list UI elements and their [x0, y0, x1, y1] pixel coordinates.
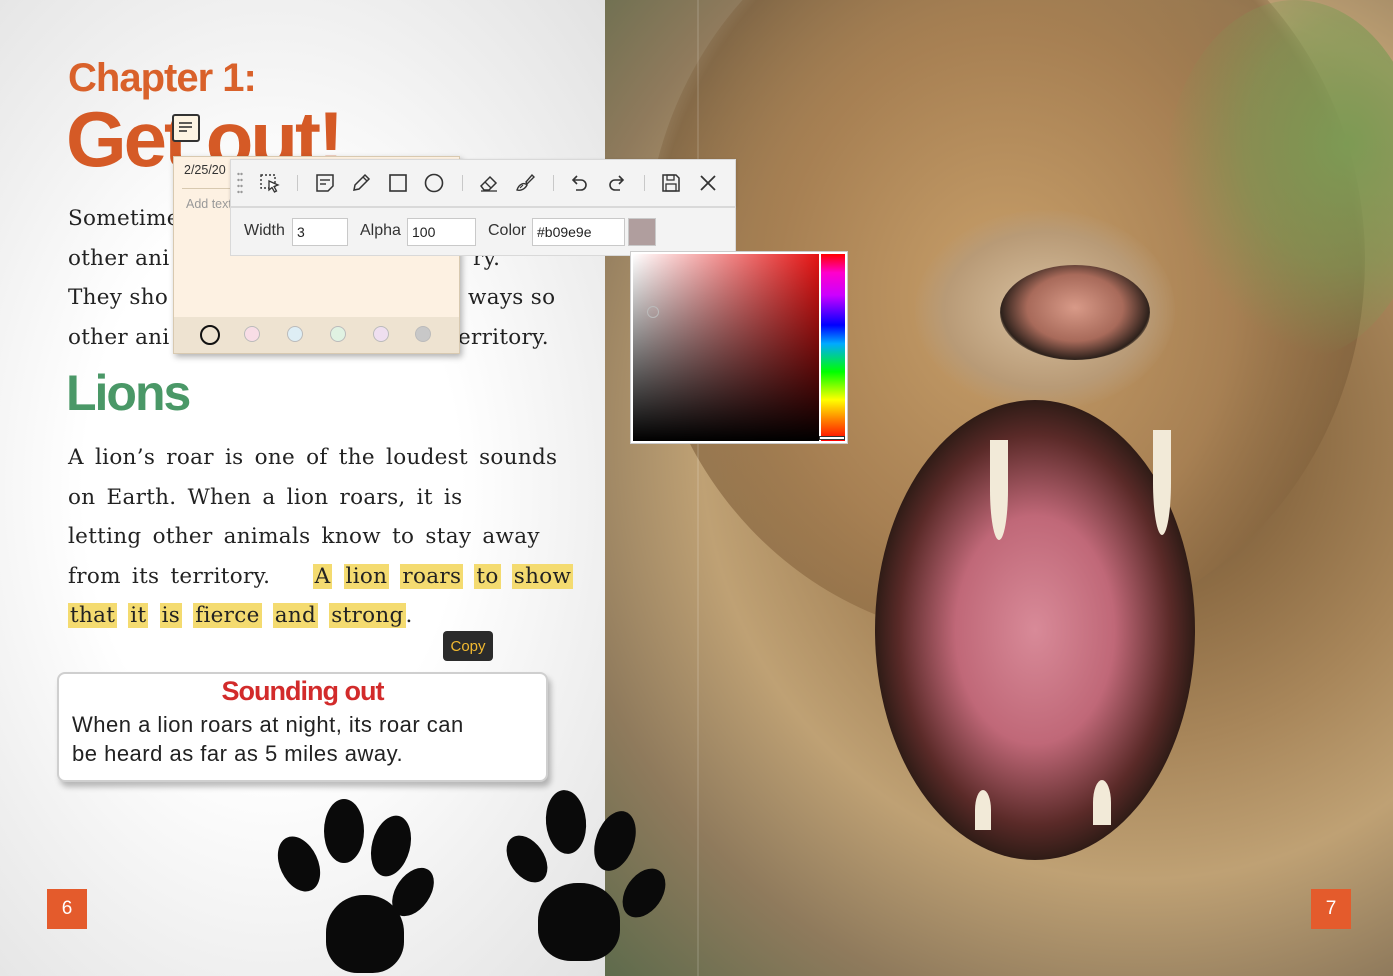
undo-button[interactable]	[566, 170, 592, 196]
pencil-icon	[353, 173, 371, 191]
redo-button[interactable]	[604, 170, 630, 196]
circle-icon	[424, 173, 444, 193]
open-mouth	[875, 400, 1195, 860]
intro-line-3: They sho	[68, 285, 169, 310]
lower-fang-right	[1093, 780, 1111, 825]
highlighted-word[interactable]: strong	[329, 603, 406, 628]
highlighted-word[interactable]: A	[312, 563, 333, 589]
close-button[interactable]	[695, 170, 721, 196]
paw-print-left	[269, 795, 443, 975]
note-divider	[182, 188, 234, 189]
color-picker	[630, 251, 848, 444]
highlighted-word[interactable]: to	[474, 563, 501, 589]
lions-heading: Lions	[66, 365, 191, 421]
note-color-option[interactable]	[373, 326, 389, 342]
sounding-out-line-1: When a lion roars at night, its roar can	[72, 712, 464, 737]
color-picker-cursor[interactable]	[647, 306, 659, 318]
sounding-out-box: Sounding out When a lion roars at night,…	[57, 672, 548, 782]
para-line-2: on Earth. When a lion roars, it is	[68, 484, 463, 510]
note-color-option[interactable]	[244, 326, 260, 342]
alpha-label: Alpha	[360, 222, 401, 239]
sticky-note-icon[interactable]	[172, 114, 200, 142]
fang-left	[990, 440, 1008, 540]
intro-line-4-end: erritory.	[458, 324, 549, 350]
save-button[interactable]	[658, 170, 684, 196]
fang-right	[1153, 430, 1171, 535]
page-fold	[697, 0, 699, 976]
highlighted-word[interactable]: show	[511, 563, 574, 589]
note-color-option[interactable]	[415, 326, 431, 342]
copy-button[interactable]: Copy	[443, 631, 493, 661]
redo-icon	[609, 175, 625, 191]
hue-slider[interactable]	[821, 254, 845, 441]
intro-line-3-end: ways so	[468, 285, 556, 310]
select-icon	[260, 174, 280, 193]
width-label: Width	[244, 222, 285, 239]
highlighted-word[interactable]: it	[128, 603, 149, 628]
color-swatch[interactable]	[628, 218, 656, 246]
rectangle-tool-button[interactable]	[385, 170, 411, 196]
drag-handle-icon[interactable]	[237, 172, 243, 194]
note-icon	[316, 174, 334, 192]
highlighted-word[interactable]: lion	[343, 563, 390, 589]
lion-paragraph: A lion’s roar is one of the loudest soun…	[68, 438, 574, 636]
save-icon	[662, 174, 680, 192]
period: .	[405, 603, 413, 628]
alpha-input[interactable]: 100	[407, 218, 476, 246]
saturation-value-area[interactable]	[633, 254, 819, 441]
nose	[1000, 265, 1150, 360]
width-input[interactable]: 3	[292, 218, 348, 246]
paw-print-right	[498, 788, 675, 968]
color-input[interactable]: #b09e9e	[532, 218, 625, 246]
sounding-out-body: When a lion roars at night, its roar can…	[72, 710, 542, 768]
eraser-tool-button[interactable]	[476, 170, 502, 196]
rectangle-icon	[389, 174, 407, 192]
intro-line-1: Sometime	[68, 206, 180, 231]
note-tool-button[interactable]	[312, 170, 338, 196]
hue-slider-thumb[interactable]	[819, 436, 845, 440]
page-number-left: 6	[47, 889, 87, 929]
highlighted-word[interactable]: that	[68, 603, 118, 628]
lion-photo: 7	[605, 0, 1393, 976]
para-line-3: letting other animals know to stay away	[68, 524, 540, 549]
undo-icon	[571, 175, 587, 191]
intro-line-4: other ani	[68, 324, 170, 350]
highlighted-word[interactable]: and	[272, 603, 319, 628]
note-color-option[interactable]	[287, 326, 303, 342]
highlighted-word[interactable]: roars	[400, 563, 464, 589]
pencil-tool-button[interactable]	[348, 170, 374, 196]
para-line-4: from its territory.	[68, 563, 271, 589]
highlighted-word[interactable]: fierce	[193, 603, 262, 628]
close-icon	[700, 175, 716, 191]
intro-line-2: other ani	[68, 245, 170, 271]
annotation-toolbar	[230, 159, 736, 207]
brush-tool-button[interactable]	[512, 170, 538, 196]
sounding-out-line-2: be heard as far as 5 miles away.	[72, 741, 404, 766]
properties-bar: Width 3 Alpha 100 Color #b09e9e	[230, 207, 736, 256]
highlighted-word[interactable]: is	[159, 603, 183, 628]
select-tool-button[interactable]	[257, 170, 283, 196]
note-color-option-selected[interactable]	[200, 325, 220, 345]
lower-fang-left	[975, 790, 991, 830]
page-number-right: 7	[1311, 889, 1351, 929]
para-line-1: A lion’s roar is one of the loudest soun…	[68, 445, 558, 470]
note-color-option[interactable]	[330, 326, 346, 342]
circle-tool-button[interactable]	[421, 170, 447, 196]
brush-icon	[516, 173, 535, 191]
note-date: 2/25/20	[184, 163, 226, 177]
color-label: Color	[488, 222, 527, 239]
eraser-icon	[480, 175, 498, 192]
sounding-out-title: Sounding out	[221, 676, 385, 706]
note-color-bar	[174, 317, 459, 353]
